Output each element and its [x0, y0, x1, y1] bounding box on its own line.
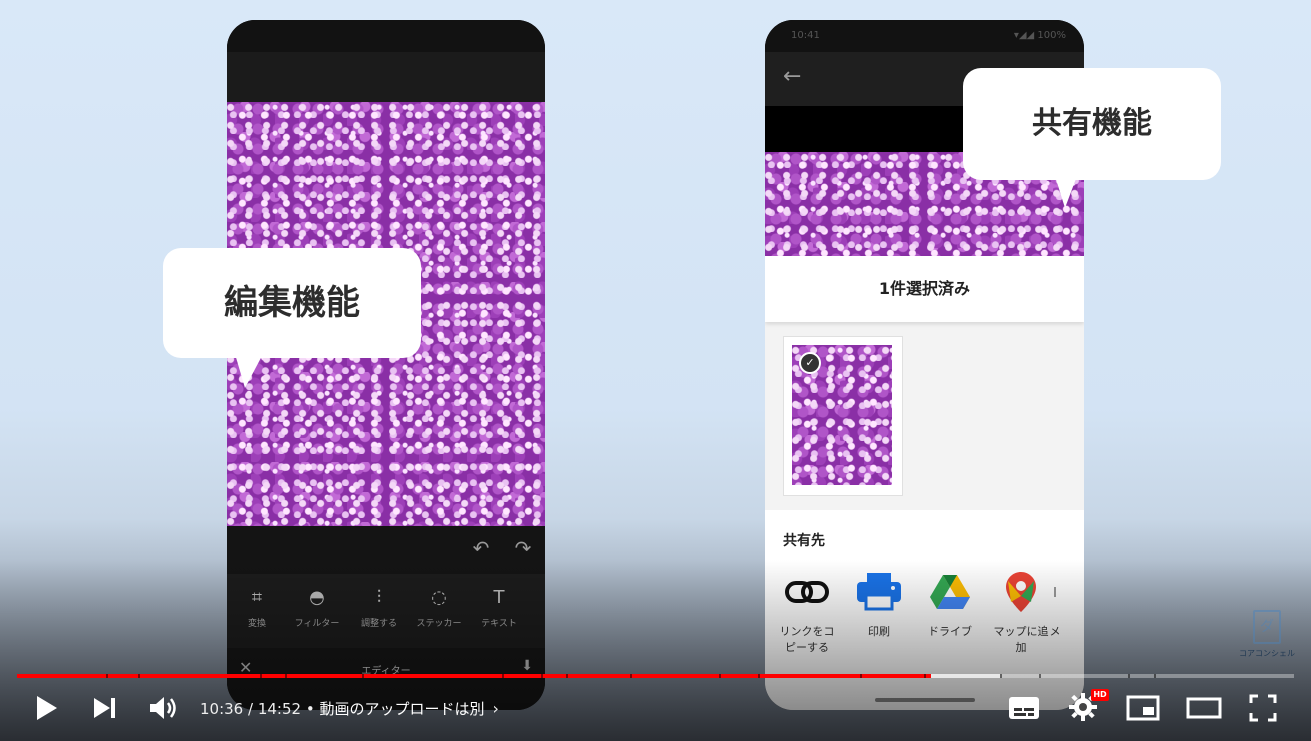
channel-logo: ダ: [1253, 610, 1281, 644]
mute-button[interactable]: [148, 694, 180, 722]
chapter-marker: [566, 674, 569, 678]
chapter-marker: [138, 674, 141, 678]
tool-text[interactable]: T テキスト: [469, 586, 529, 629]
chapter-marker: [757, 674, 760, 678]
tool-label: 変換: [247, 619, 266, 629]
tool-transform[interactable]: ⌗ 変換: [227, 586, 287, 629]
share-label: 印刷: [868, 625, 890, 638]
google-drive-icon: [910, 572, 990, 612]
chapter-marker: [629, 674, 632, 678]
theater-icon: [1186, 697, 1222, 719]
theater-mode-button[interactable]: [1186, 694, 1222, 722]
link-icon: [767, 572, 847, 612]
left-phone-screen: ↶ ↷ ⌗ 変換 ◓ フィルター ⫶ 調整する ◌ ステッカー T テキスト ✕…: [227, 20, 545, 710]
next-button[interactable]: [92, 696, 118, 720]
crop-rotate-icon: ⌗: [251, 587, 263, 608]
tool-sticker[interactable]: ◌ ステッカー: [409, 586, 469, 629]
undo-bar: [227, 526, 545, 574]
tool-label: テキスト: [481, 619, 517, 629]
editor-top-bar: [227, 52, 545, 102]
chapter-marker: [106, 674, 109, 678]
share-section-title: 共有先: [783, 533, 825, 549]
share-feature-callout-text: 共有機能: [1032, 106, 1152, 141]
share-feature-callout: 共有機能: [963, 68, 1221, 208]
more-icon: [1035, 572, 1075, 612]
callout-tail: [235, 354, 263, 388]
chapter-marker: [361, 674, 364, 678]
play-icon: [37, 696, 57, 720]
share-drive[interactable]: ドライブ: [910, 572, 990, 640]
text-icon: T: [493, 587, 505, 608]
skip-next-icon: [94, 698, 115, 718]
gesture-nav-bar: [875, 698, 975, 702]
miniplayer-button[interactable]: [1126, 694, 1160, 722]
redo-icon[interactable]: ↷: [507, 532, 539, 564]
play-button[interactable]: [34, 694, 60, 722]
fullscreen-icon: [1249, 694, 1277, 722]
chapter-title-button[interactable]: 動画のアップロードは別: [319, 700, 484, 718]
controls-gradient: [0, 560, 1311, 741]
share-label: メ: [1049, 625, 1061, 638]
sticker-icon: ◌: [431, 587, 447, 608]
edit-feature-callout: 編集機能: [163, 248, 421, 388]
progress-bar[interactable]: [17, 674, 1294, 678]
share-label: リンクをコピーする: [779, 625, 835, 654]
chapter-marker: [540, 674, 543, 678]
video-frame[interactable]: ↶ ↷ ⌗ 変換 ◓ フィルター ⫶ 調整する ◌ ステッカー T テキスト ✕…: [0, 0, 1311, 741]
chapter-marker: [1127, 674, 1130, 678]
printer-icon: [839, 572, 919, 612]
share-more[interactable]: メ: [1035, 572, 1075, 640]
selection-count-title: 1件選択済み: [765, 256, 1084, 322]
progress-played: [17, 674, 932, 678]
edit-feature-callout-text: 編集機能: [224, 283, 360, 323]
chapter-marker: [502, 674, 505, 678]
download-icon[interactable]: ⬇: [521, 658, 533, 674]
chapter-marker: [923, 674, 926, 678]
chevron-right-icon[interactable]: ›: [492, 699, 498, 718]
share-label: ドライブ: [928, 625, 972, 638]
callout-tail: [1055, 176, 1077, 208]
tool-label: フィルター: [294, 619, 340, 629]
share-print[interactable]: 印刷: [839, 572, 919, 640]
current-time: 10:36: [200, 700, 244, 718]
check-circle-icon[interactable]: ✓: [799, 352, 821, 374]
miniplayer-icon: [1126, 695, 1160, 721]
back-arrow-icon[interactable]: ←: [783, 64, 801, 89]
undo-icon[interactable]: ↶: [465, 532, 497, 564]
chapter-separator: •: [301, 700, 320, 718]
time-display: 10:36 / 14:52 • 動画のアップロードは別 ›: [200, 698, 499, 719]
status-indicators: ▾◢◢ 100%: [1013, 30, 1066, 41]
chapter-marker: [719, 674, 722, 678]
total-time: 14:52: [257, 700, 302, 718]
subtitles-button[interactable]: [1008, 696, 1040, 720]
status-bar: 10:41 ▾◢◢ 100%: [765, 20, 1084, 52]
channel-watermark[interactable]: ダ コアコンシェル: [1236, 610, 1298, 659]
adjust-sliders-icon: ⫶: [376, 587, 382, 608]
status-time: 10:41: [791, 30, 820, 41]
channel-name: コアコンシェル: [1239, 649, 1295, 658]
tool-filter[interactable]: ◓ フィルター: [287, 586, 347, 629]
chapter-marker: [859, 674, 862, 678]
chapter-marker: [1000, 674, 1003, 678]
chapter-marker: [1038, 674, 1041, 678]
filter-icon: ◓: [309, 587, 325, 608]
tool-label: ステッカー: [416, 619, 462, 629]
volume-icon: [150, 697, 176, 719]
tool-adjust[interactable]: ⫶ 調整する: [349, 586, 409, 629]
hd-badge: HD: [1091, 689, 1109, 701]
chapter-marker: [285, 674, 288, 678]
time-separator: /: [243, 700, 258, 718]
fullscreen-button[interactable]: [1248, 693, 1278, 723]
chapter-marker: [259, 674, 262, 678]
chapter-marker: [1153, 674, 1156, 678]
share-copy-link[interactable]: リンクをコピーする: [767, 572, 847, 656]
subtitles-icon: [1009, 697, 1039, 719]
tool-label: 調整する: [360, 619, 397, 629]
